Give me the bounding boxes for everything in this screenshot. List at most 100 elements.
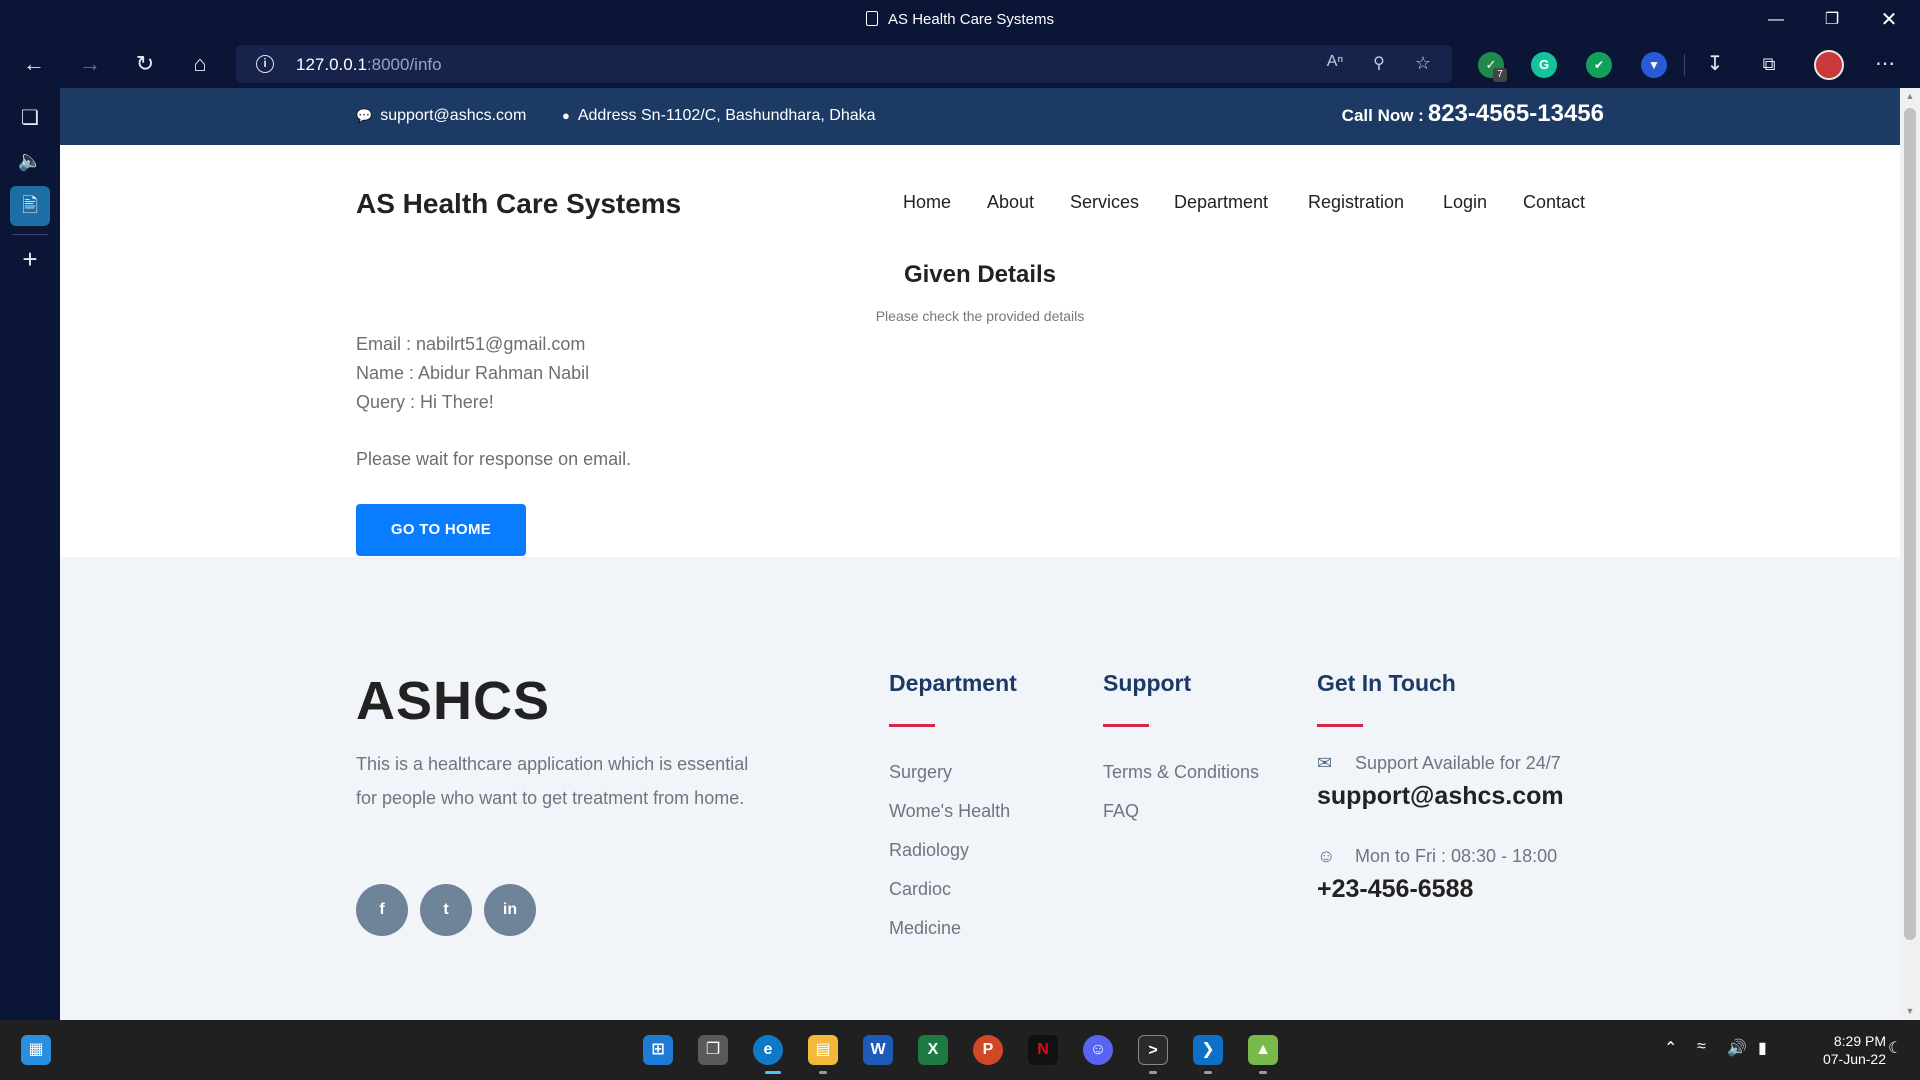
explorer-running-indicator	[819, 1071, 827, 1074]
support-underline	[1103, 724, 1149, 727]
nav-contact[interactable]: Contact	[1523, 192, 1585, 213]
restore-button[interactable]: ❐	[1809, 6, 1855, 34]
battery-icon[interactable]: ▮	[1758, 1038, 1767, 1058]
netflix-icon[interactable]: N	[1028, 1035, 1058, 1065]
zoom-out-icon[interactable]: ⚲	[1367, 53, 1391, 75]
support-availability-text: Support Available for 24/7	[1355, 753, 1561, 773]
go-to-home-button[interactable]: GO TO HOME	[356, 504, 526, 556]
support-heading: Support	[1103, 670, 1192, 696]
url-path: :8000/info	[366, 55, 442, 74]
chat-icon: 💬	[356, 108, 373, 123]
start-button-icon[interactable]: ▦	[21, 1035, 51, 1065]
excel-icon[interactable]: X	[918, 1035, 948, 1065]
footer-link-surgery[interactable]: Surgery	[889, 762, 952, 783]
clock-time: 8:29 PM	[1833, 1033, 1886, 1049]
contact-heading: Get In Touch	[1317, 670, 1456, 696]
word-icon[interactable]: W	[863, 1035, 893, 1065]
grammarly-icon[interactable]: G	[1531, 52, 1557, 78]
call-now[interactable]: Call Now :823-4565-13456	[1342, 100, 1604, 128]
refresh-icon[interactable]: ↻	[127, 48, 163, 80]
top-info-strip: 💬 support@ashcs.com ● Address Sn-1102/C, B…	[60, 88, 1900, 145]
edge-browser-icon[interactable]: e	[753, 1035, 783, 1065]
vscode-icon[interactable]: ❯	[1193, 1035, 1223, 1065]
image-viewer-icon[interactable]: ▲	[1248, 1035, 1278, 1065]
security-shield-icon[interactable]: ✔	[1586, 52, 1612, 78]
terminal-icon[interactable]: >	[1138, 1035, 1168, 1065]
linkedin-icon[interactable]: in	[484, 884, 536, 936]
footer-phone[interactable]: +23-456-6588	[1317, 875, 1473, 904]
footer-link-faq[interactable]: FAQ	[1103, 801, 1139, 822]
browser-title-bar: AS Health Care Systems — ❐ ✕	[0, 0, 1920, 40]
scroll-up-icon[interactable]: ▲	[1905, 91, 1915, 101]
forward-icon[interactable]: →	[72, 48, 108, 80]
scrollbar-thumb[interactable]	[1904, 108, 1916, 940]
footer-link-radiology[interactable]: Radiology	[889, 840, 969, 861]
powerpoint-icon[interactable]: P	[973, 1035, 1003, 1065]
nav-department[interactable]: Department	[1174, 192, 1268, 213]
nav-services[interactable]: Services	[1070, 192, 1139, 213]
page-scrollbar[interactable]: ▲ ▼	[1900, 88, 1920, 1020]
focus-moon-icon[interactable]: ☾	[1888, 1038, 1902, 1058]
new-tab-icon[interactable]: +	[10, 239, 50, 279]
call-label: Call Now :	[1341, 106, 1424, 125]
task-view-icon[interactable]: ❐	[698, 1035, 728, 1065]
department-underline	[889, 724, 935, 727]
more-menu-icon[interactable]: ⋯	[1867, 48, 1903, 80]
footer-link-cardioc[interactable]: Cardioc	[889, 879, 951, 900]
downloads-icon[interactable]: ↧	[1697, 48, 1733, 80]
vpn-shield-icon[interactable]: ▼	[1641, 52, 1667, 78]
footer-link-medicine[interactable]: Medicine	[889, 918, 961, 939]
file-explorer-icon[interactable]: ▤	[808, 1035, 838, 1065]
footer-link-womens-health[interactable]: Wome's Health	[889, 801, 1010, 822]
minimize-button[interactable]: —	[1753, 6, 1799, 34]
envelope-icon: ✉	[1317, 753, 1333, 773]
collections-icon[interactable]: ⧉	[1751, 48, 1787, 80]
windows-start-icon[interactable]: ⊞	[643, 1035, 673, 1065]
details-title: Given Details	[903, 261, 1057, 288]
browser-sidebar: ❏ 🔈 🖹 +	[0, 88, 60, 1020]
favorite-add-icon[interactable]: ☆	[1411, 53, 1435, 75]
site-brand[interactable]: AS Health Care Systems	[356, 188, 681, 220]
back-icon[interactable]: ←	[16, 48, 52, 80]
detail-name: Name : Abidur Rahman Nabil	[356, 363, 590, 383]
twitter-icon[interactable]: t	[420, 884, 472, 936]
working-hours-text: Mon to Fri : 08:30 - 18:00	[1355, 846, 1558, 866]
discord-icon[interactable]: ☺	[1083, 1035, 1113, 1065]
site-info-icon[interactable]: i	[256, 55, 274, 73]
footer: ASHCS This is a healthcare application w…	[60, 557, 1900, 1020]
wifi-icon[interactable]: ≈	[1697, 1038, 1706, 1056]
show-hidden-icons-icon[interactable]: ⌃	[1664, 1038, 1677, 1058]
taskbar: ▦ ⊞ ❐ e ▤ W X P N ☺ > ❯ ▲ ⌃ ≈ 🔊 ▮ 8:29 P…	[0, 1020, 1920, 1080]
document-icon	[866, 11, 879, 26]
home-icon[interactable]: ⌂	[182, 48, 218, 80]
page-viewport: 💬 support@ashcs.com ● Address Sn-1102/C, B…	[60, 88, 1900, 1020]
nav-registration[interactable]: Registration	[1308, 192, 1404, 213]
top-address: ● Address Sn-1102/C, Bashundhara, Dhaka	[562, 107, 876, 125]
system-clock[interactable]: 8:29 PM 07-Jun-22	[1790, 1032, 1886, 1068]
top-email[interactable]: 💬 support@ashcs.com	[356, 107, 526, 125]
edge-active-indicator	[765, 1071, 781, 1074]
scroll-down-icon[interactable]: ▼	[1905, 1006, 1915, 1016]
profile-avatar[interactable]	[1814, 50, 1844, 80]
volume-icon[interactable]: 🔊	[1727, 1038, 1747, 1058]
url-text[interactable]: 127.0.0.1:8000/info	[296, 55, 442, 75]
speaker-icon[interactable]: 🔈	[10, 141, 50, 181]
footer-link-terms[interactable]: Terms & Conditions	[1103, 762, 1259, 783]
footer-support-email[interactable]: support@ashcs.com	[1317, 782, 1564, 811]
toolbar-divider	[1684, 54, 1685, 76]
facebook-icon[interactable]: f	[356, 884, 408, 936]
terminal-running-indicator	[1149, 1071, 1157, 1074]
image-viewer-running-indicator	[1259, 1071, 1267, 1074]
nav-home[interactable]: Home	[903, 192, 951, 213]
footer-brand: ASHCS	[356, 671, 551, 731]
nav-about[interactable]: About	[987, 192, 1034, 213]
top-email-text: support@ashcs.com	[380, 107, 527, 124]
tab-actions-icon[interactable]: ❏	[10, 98, 50, 138]
vscode-running-indicator	[1204, 1071, 1212, 1074]
nav-login[interactable]: Login	[1443, 192, 1487, 213]
department-heading: Department	[889, 670, 1017, 696]
page-tab-icon[interactable]: 🖹	[10, 186, 50, 226]
close-button[interactable]: ✕	[1866, 6, 1912, 34]
read-aloud-icon[interactable]: Aⁿ	[1323, 53, 1347, 75]
address-bar[interactable]: i 127.0.0.1:8000/info Aⁿ ⚲ ☆	[236, 45, 1452, 83]
